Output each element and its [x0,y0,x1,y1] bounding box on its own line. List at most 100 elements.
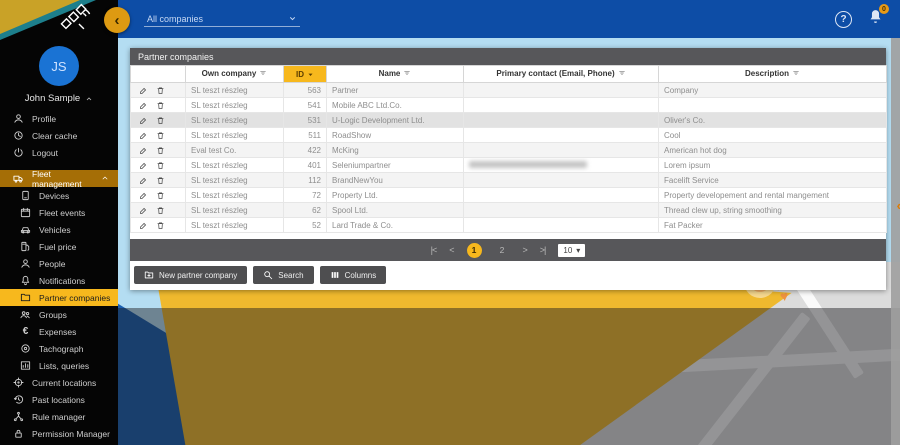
delete-trash-icon[interactable] [156,191,165,200]
own-company-cell: SL teszt részleg [186,83,284,98]
delete-trash-icon[interactable] [156,161,165,170]
description-cell: Oliver's Co. [659,113,887,128]
edit-pencil-icon[interactable] [139,146,148,155]
table-row: SL teszt részleg 72 Property Ltd. Proper… [131,188,887,203]
id-cell: 112 [284,173,327,188]
dark-overlay [118,308,900,445]
notifications-bell-icon[interactable]: 0 [867,8,884,30]
row-actions [136,191,180,200]
column-description[interactable]: Description [659,66,887,83]
group-icon [20,309,31,320]
id-cell: 401 [284,158,327,173]
collapse-sidebar-button[interactable]: ‹ [104,7,130,33]
page-size-select[interactable]: 10 ▾ [558,244,585,257]
next-page-button[interactable]: > [523,245,527,255]
own-company-cell: Eval test Co. [186,143,284,158]
edit-pencil-icon[interactable] [139,101,148,110]
columns-icon [330,270,340,280]
columns-button[interactable]: Columns [320,266,387,284]
chevron-down-icon [288,14,297,23]
pagination-bar: |< < 1 2 > >| 10 ▾ [130,239,886,261]
user-name-label: John Sample [25,93,80,104]
power-icon [13,147,24,158]
last-page-button[interactable]: >| [540,245,546,255]
sidebar-item-notifications[interactable]: Notifications [0,272,118,289]
clock-icon [13,130,24,141]
table-row: SL teszt részleg 52 Lard Trade & Co. Fat… [131,218,887,233]
name-cell: Property Ltd. [327,188,464,203]
edit-pencil-icon[interactable] [139,176,148,185]
row-actions [136,176,180,185]
tablet-icon [20,190,31,201]
edit-pencil-icon[interactable] [139,221,148,230]
column-name[interactable]: Name [327,66,464,83]
company-selector[interactable]: All companies [144,12,300,27]
user-menu-toggle[interactable]: John Sample [0,93,118,104]
sidebar-item-people[interactable]: People [0,255,118,272]
sidebar-item-clear-cache[interactable]: Clear cache [0,127,118,144]
contact-cell [464,143,659,158]
avatar[interactable]: JS [39,46,79,86]
folder-icon [20,292,31,303]
edit-pencil-icon[interactable] [139,191,148,200]
column-id-sorted[interactable]: ID [284,66,327,83]
chevron-up-icon [101,174,109,184]
sidebar-item-current-locations[interactable]: Current locations [0,374,118,391]
name-cell: BrandNewYou [327,173,464,188]
sidebar-item-profile[interactable]: Profile [0,110,118,127]
chevron-up-icon [85,95,93,103]
sidebar-item-rule-manager[interactable]: Rule manager [0,408,118,425]
description-cell: Company [659,83,887,98]
sidebar-item-groups[interactable]: Groups [0,306,118,323]
previous-page-button[interactable]: < [449,245,453,255]
first-page-button[interactable]: |< [431,245,437,255]
expand-right-panel-icon[interactable]: ‹ [897,198,900,213]
sidebar-item-fleet-management[interactable]: Fleet management [0,170,118,187]
edit-pencil-icon[interactable] [139,206,148,215]
gauge-icon [20,343,31,354]
page-2-button[interactable]: 2 [495,243,510,258]
delete-trash-icon[interactable] [156,176,165,185]
table-row: SL teszt részleg 511 RoadShow Cool [131,128,887,143]
contact-cell [464,203,659,218]
new-partner-company-button[interactable]: New partner company [134,266,247,284]
right-panel-strip [891,38,900,445]
sort-icon [792,69,800,79]
sidebar-item-tachograph[interactable]: Tachograph [0,340,118,357]
edit-pencil-icon[interactable] [139,161,148,170]
delete-trash-icon[interactable] [156,206,165,215]
delete-trash-icon[interactable] [156,131,165,140]
sidebar-item-permission-manager[interactable]: Permission Manager [0,425,118,442]
column-primary-contact[interactable]: Primary contact (Email, Phone) [464,66,659,83]
caret-down-icon [304,70,314,79]
sidebar-item-vehicles[interactable]: Vehicles [0,221,118,238]
bar-chart-icon [20,360,31,371]
description-cell: Facelift Service [659,173,887,188]
sidebar-item-logout[interactable]: Logout [0,144,118,161]
delete-trash-icon[interactable] [156,101,165,110]
sidebar-item-partner-companies[interactable]: Partner companies [0,289,118,306]
sidebar-item-past-locations[interactable]: Past locations [0,391,118,408]
id-cell: 531 [284,113,327,128]
edit-pencil-icon[interactable] [139,116,148,125]
delete-trash-icon[interactable] [156,116,165,125]
edit-pencil-icon[interactable] [139,86,148,95]
delete-trash-icon[interactable] [156,146,165,155]
sidebar-item-devices[interactable]: Devices [0,187,118,204]
page-1-button[interactable]: 1 [467,243,482,258]
search-button[interactable]: Search [253,266,313,284]
table-body: SL teszt részleg 563 Partner Company SL … [131,83,887,233]
sidebar-item-lists-queries[interactable]: Lists, queries [0,357,118,374]
column-own-company[interactable]: Own company [186,66,284,83]
delete-trash-icon[interactable] [156,86,165,95]
contact-cell [464,218,659,233]
delete-trash-icon[interactable] [156,221,165,230]
sidebar: JS John Sample Profile Clear cache Logou… [0,0,118,445]
edit-pencil-icon[interactable] [139,131,148,140]
lock-icon [13,428,24,439]
sidebar-item-expenses[interactable]: € Expenses [0,323,118,340]
sidebar-item-fuel-price[interactable]: Fuel price [0,238,118,255]
description-cell: Cool [659,128,887,143]
sidebar-item-fleet-events[interactable]: Fleet events [0,204,118,221]
help-icon[interactable]: ? [835,11,852,28]
